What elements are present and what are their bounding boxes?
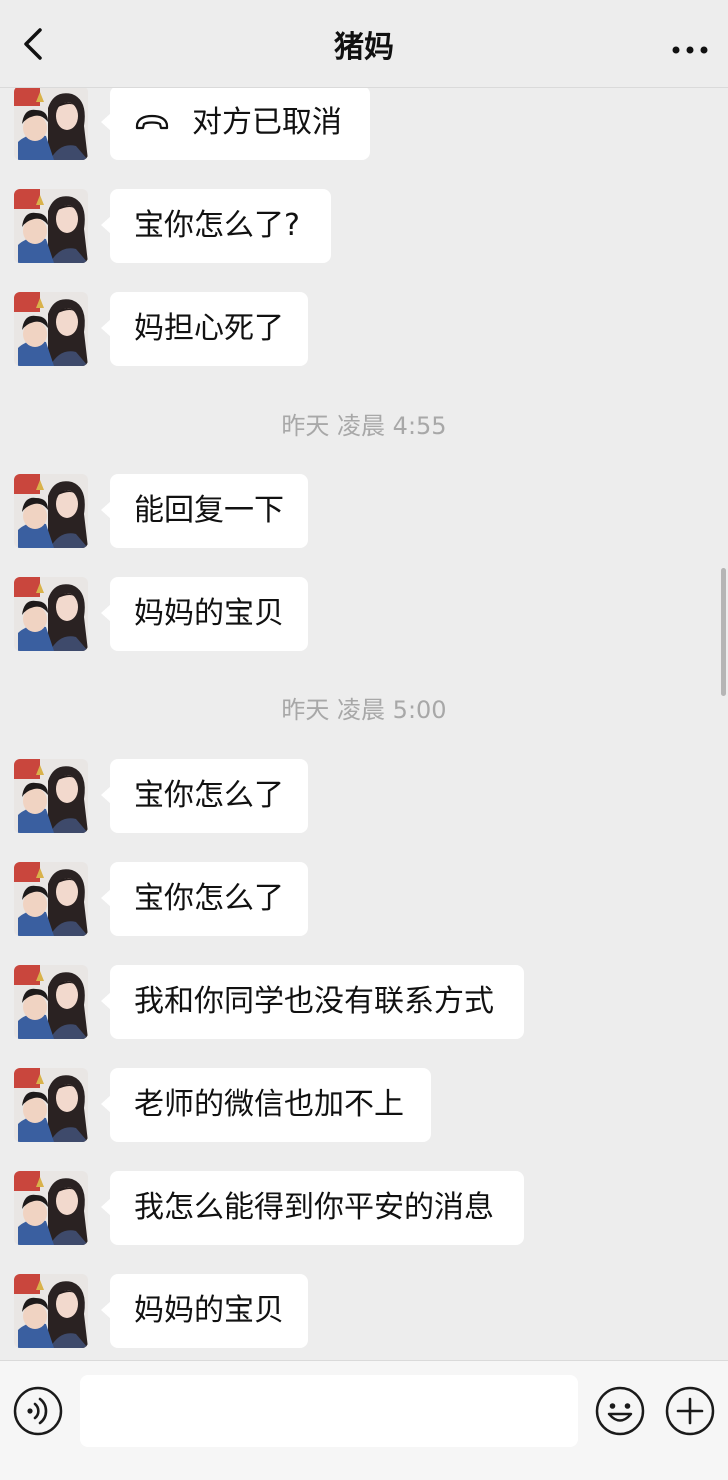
message-row: 能回复一下	[0, 474, 728, 548]
avatar-image	[14, 1274, 88, 1348]
chat-title: 猪妈	[334, 30, 394, 65]
message-bubble[interactable]: 妈妈的宝贝	[101, 577, 308, 651]
message-bubble[interactable]: 能回复一下	[101, 474, 308, 548]
avatar[interactable]	[14, 1274, 88, 1348]
message-row: 宝你怎么了?	[0, 189, 728, 263]
avatar[interactable]	[14, 965, 88, 1039]
message-bubble[interactable]: 我和你同学也没有联系方式	[101, 965, 524, 1039]
scrollbar-thumb[interactable]	[721, 568, 726, 696]
message-row: 我和你同学也没有联系方式	[0, 965, 728, 1039]
avatar[interactable]	[14, 577, 88, 651]
call-status-text: 对方已取消	[192, 105, 342, 140]
avatar[interactable]	[14, 189, 88, 263]
avatar-image	[14, 189, 88, 263]
message-bubble[interactable]: 妈妈的宝贝	[101, 1274, 308, 1348]
avatar[interactable]	[14, 88, 88, 160]
message-row: 宝你怎么了	[0, 759, 728, 833]
message-bubble[interactable]: 宝你怎么了	[101, 759, 308, 833]
voice-icon[interactable]	[12, 1385, 64, 1437]
message-row: 妈妈的宝贝	[0, 1274, 728, 1348]
avatar[interactable]	[14, 474, 88, 548]
emoji-icon[interactable]	[594, 1385, 646, 1437]
avatar[interactable]	[14, 292, 88, 366]
timestamp: 昨天 凌晨 5:00	[281, 696, 447, 724]
message-bubble[interactable]: 我怎么能得到你平安的消息	[101, 1171, 524, 1245]
call-cancelled-bubble[interactable]: 对方已取消	[101, 88, 370, 160]
avatar-image	[14, 965, 88, 1039]
message-row: 我怎么能得到你平安的消息	[0, 1171, 728, 1245]
chat-message-list[interactable]: 对方已取消 宝你怎么了? 妈担心死了 昨天 凌晨 4:55 能回复一下 妈妈的宝…	[0, 88, 728, 1360]
more-dots-icon[interactable]	[670, 30, 710, 60]
avatar-image	[14, 474, 88, 548]
message-input[interactable]	[80, 1375, 578, 1447]
avatar[interactable]	[14, 759, 88, 833]
avatar[interactable]	[14, 862, 88, 936]
avatar-image	[14, 292, 88, 366]
message-row: 对方已取消	[0, 88, 728, 160]
message-bubble[interactable]: 宝你怎么了	[101, 862, 308, 936]
avatar-image	[14, 862, 88, 936]
timestamp: 昨天 凌晨 4:55	[281, 412, 447, 440]
avatar-image	[14, 577, 88, 651]
message-row: 宝你怎么了	[0, 862, 728, 936]
avatar-image	[14, 1171, 88, 1245]
message-bubble[interactable]: 妈担心死了	[101, 292, 308, 366]
hangup-icon	[135, 114, 169, 129]
plus-icon[interactable]	[664, 1385, 716, 1437]
nav-bar: 猪妈	[0, 0, 728, 88]
avatar[interactable]	[14, 1171, 88, 1245]
input-bar	[0, 1360, 728, 1480]
avatar[interactable]	[14, 1068, 88, 1142]
avatar-image	[14, 759, 88, 833]
message-row: 妈担心死了	[0, 292, 728, 366]
message-row: 妈妈的宝贝	[0, 577, 728, 651]
message-bubble[interactable]: 宝你怎么了?	[101, 189, 331, 263]
message-bubble[interactable]: 老师的微信也加不上	[101, 1068, 431, 1142]
avatar-image	[14, 88, 88, 160]
message-row: 老师的微信也加不上	[0, 1068, 728, 1142]
avatar-image	[14, 1068, 88, 1142]
